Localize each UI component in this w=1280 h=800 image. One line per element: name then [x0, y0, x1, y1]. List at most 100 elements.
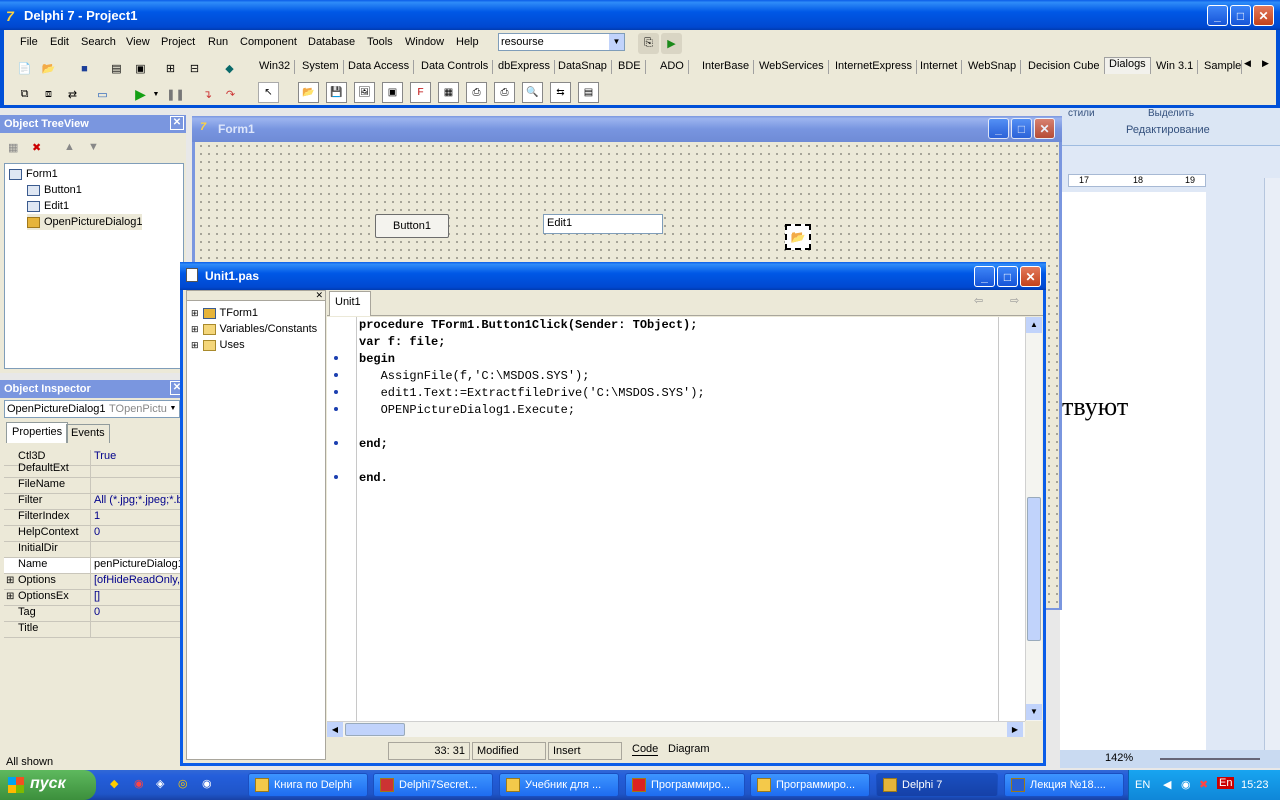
menu-search[interactable]: Search: [81, 36, 116, 48]
explorer-item-variables[interactable]: ⊞ Variables/Constants: [191, 321, 317, 337]
printer-setup-dialog-icon[interactable]: ⎙: [494, 82, 515, 103]
print-dialog-icon[interactable]: ⎙: [466, 82, 487, 103]
prop-row-options[interactable]: Options [ofHideReadOnly,o: [4, 574, 180, 590]
expand-icon[interactable]: ⊞: [191, 308, 199, 319]
tab-code[interactable]: Code: [632, 743, 659, 756]
palette-tab-win31[interactable]: Win 3.1: [1152, 60, 1199, 74]
delete-item-icon[interactable]: ✖: [32, 141, 41, 154]
explorer-item-uses[interactable]: ⊞ Uses: [191, 337, 245, 353]
word-scrollbar[interactable]: [1264, 178, 1280, 754]
expand-icon[interactable]: ⊞: [191, 340, 199, 351]
save-all-icon[interactable]: ▤: [106, 58, 127, 79]
scroll-down-icon[interactable]: ▼: [1026, 704, 1042, 720]
tree-item-button1[interactable]: Button1: [27, 182, 82, 198]
menu-view[interactable]: View: [126, 36, 150, 48]
zoom-level[interactable]: 142%: [1105, 752, 1133, 764]
step-over-icon[interactable]: ↷: [220, 84, 241, 105]
close-button[interactable]: ✕: [1020, 266, 1041, 287]
color-dialog-icon[interactable]: ▦: [438, 82, 459, 103]
open-dialog-icon[interactable]: 📂: [298, 82, 319, 103]
minimize-button[interactable]: _: [988, 118, 1009, 139]
keyboard-layout-icon[interactable]: En: [1217, 777, 1235, 789]
tray-icon[interactable]: ◀: [1163, 778, 1171, 791]
object-selector[interactable]: OpenPictureDialog1 TOpenPictur ▼: [4, 400, 180, 418]
taskbar-item-2[interactable]: Delphi7Secret...: [373, 773, 493, 797]
palette-tab-internet[interactable]: Internet: [916, 60, 963, 74]
palette-tab-webservices[interactable]: WebServices: [755, 60, 829, 74]
new-form-icon[interactable]: ▭: [92, 84, 113, 105]
ribbon-select-label[interactable]: Выделить: [1148, 108, 1194, 119]
maximize-button[interactable]: □: [1230, 5, 1251, 26]
breakpoint-dot[interactable]: [334, 373, 338, 377]
close-icon[interactable]: ✕: [170, 116, 184, 130]
prop-row-tag[interactable]: Tag 0: [4, 606, 180, 622]
hscroll-thumb[interactable]: [345, 723, 405, 736]
minimize-button[interactable]: _: [974, 266, 995, 287]
palette-tab-decision-cube[interactable]: Decision Cube: [1024, 60, 1105, 74]
open-project-icon[interactable]: ⎘: [638, 33, 659, 54]
config-combo[interactable]: resourse ▼: [498, 33, 625, 51]
palette-tab-data-controls[interactable]: Data Controls: [417, 60, 494, 74]
tray-icon[interactable]: ✖: [1199, 778, 1208, 791]
menu-help[interactable]: Help: [456, 36, 479, 48]
toggle-form-unit-icon[interactable]: ⇄: [62, 84, 83, 105]
save-picture-dialog-icon[interactable]: ▣: [382, 82, 403, 103]
nav-back-icon[interactable]: ⇦: [974, 294, 983, 307]
find-dialog-icon[interactable]: 🔍: [522, 82, 543, 103]
taskbar-item-7[interactable]: Лекция №18....: [1004, 773, 1124, 797]
run-project-icon[interactable]: ▶: [661, 33, 682, 54]
minimize-button[interactable]: _: [1207, 5, 1228, 26]
run-icon[interactable]: ▶: [130, 84, 151, 105]
taskbar-item-6[interactable]: Delphi 7: [876, 773, 998, 797]
menu-window[interactable]: Window: [405, 36, 444, 48]
palette-scroll-left-icon[interactable]: ◀: [1244, 58, 1251, 69]
chevron-down-icon[interactable]: ▼: [167, 401, 179, 417]
menu-edit[interactable]: Edit: [50, 36, 69, 48]
prop-row-helpcontext[interactable]: HelpContext 0: [4, 526, 180, 542]
trace-into-icon[interactable]: ↴: [197, 84, 218, 105]
prop-row-title[interactable]: Title: [4, 622, 180, 638]
tab-events[interactable]: Events: [66, 424, 110, 443]
new-icon[interactable]: 📄: [14, 58, 35, 79]
quicklaunch-icon[interactable]: ◉: [202, 777, 212, 790]
palette-tab-websnap[interactable]: WebSnap: [964, 60, 1022, 74]
open-picture-dialog-icon[interactable]: 🖼: [354, 82, 375, 103]
view-form-icon[interactable]: ⧈: [38, 84, 59, 105]
tray-icon[interactable]: ◉: [1181, 778, 1191, 791]
view-unit-icon[interactable]: ⧉: [14, 84, 35, 105]
close-icon[interactable]: ✕: [315, 290, 323, 301]
breakpoint-dot[interactable]: [334, 407, 338, 411]
form-button1[interactable]: Button1: [375, 214, 449, 238]
expand-icon[interactable]: ⊞: [6, 591, 14, 602]
scroll-up-icon[interactable]: ▲: [1026, 317, 1042, 333]
quicklaunch-icon[interactable]: ◆: [110, 777, 118, 790]
palette-tab-interbase[interactable]: InterBase: [698, 60, 755, 74]
menu-database[interactable]: Database: [308, 36, 355, 48]
replace-dialog-icon[interactable]: ⇆: [550, 82, 571, 103]
prop-row-filterindex[interactable]: FilterIndex 1: [4, 510, 180, 526]
menu-run[interactable]: Run: [208, 36, 228, 48]
palette-tab-dialogs[interactable]: Dialogs: [1104, 57, 1151, 74]
quicklaunch-icon[interactable]: ◈: [156, 777, 164, 790]
menu-tools[interactable]: Tools: [367, 36, 393, 48]
palette-tab-internetexpress[interactable]: InternetExpress: [831, 60, 918, 74]
palette-tab-data-access[interactable]: Data Access: [344, 60, 415, 74]
page-setup-dialog-icon[interactable]: ▤: [578, 82, 599, 103]
expand-icon[interactable]: ⊞: [191, 324, 199, 335]
nav-forward-icon[interactable]: ⇨: [1010, 294, 1019, 307]
horizontal-scrollbar[interactable]: ◀ ▶: [327, 721, 1025, 737]
maximize-button[interactable]: □: [997, 266, 1018, 287]
vertical-scrollbar[interactable]: ▲ ▼: [1025, 317, 1042, 721]
palette-tab-datasnap[interactable]: DataSnap: [554, 60, 612, 74]
taskbar-item-3[interactable]: Учебник для ...: [499, 773, 619, 797]
prop-row-optionsex[interactable]: OptionsEx[]: [4, 590, 180, 606]
prop-row-filter[interactable]: Filter All (*.jpg;*.jpeg;*.br: [4, 494, 180, 510]
quicklaunch-icon[interactable]: ◎: [178, 777, 188, 790]
run-dropdown-icon[interactable]: ▼: [150, 84, 162, 105]
start-button[interactable]: пуск: [0, 770, 96, 800]
prop-row-initialdir[interactable]: InitialDir: [4, 542, 180, 558]
tree-item-edit1[interactable]: Edit1: [27, 198, 69, 214]
palette-tab-system[interactable]: System: [298, 60, 344, 74]
move-up-icon[interactable]: ▲: [64, 141, 75, 153]
add-file-icon[interactable]: ⊞: [160, 58, 181, 79]
